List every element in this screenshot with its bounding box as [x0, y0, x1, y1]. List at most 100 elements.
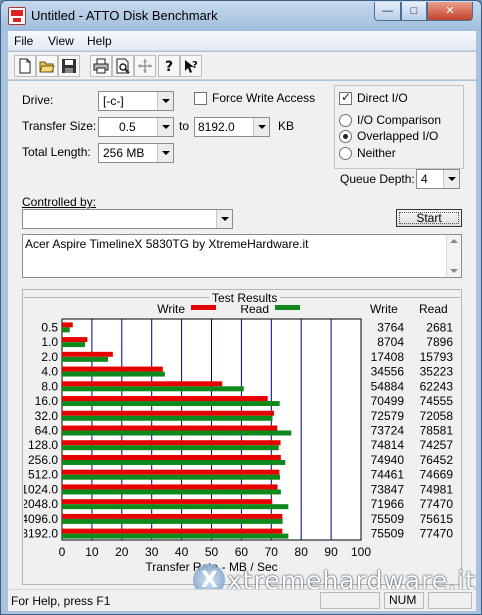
minimize-button[interactable]: — [374, 2, 401, 21]
queue-depth-select[interactable]: 4 [416, 169, 460, 189]
category-label: 1.0 [41, 335, 58, 349]
drive-value: [-c-] [103, 94, 124, 108]
transfer-size-from-select[interactable]: 0.5 [98, 117, 174, 137]
read-bar [62, 518, 283, 524]
category-label: 256.0 [28, 453, 58, 467]
results-chart: 0102030405060708090100Transfer Rate - MB… [24, 302, 454, 574]
chevron-down-icon[interactable] [216, 210, 232, 228]
read-bar [62, 474, 280, 480]
close-button[interactable]: ✕ [427, 2, 473, 21]
write-bar [62, 366, 163, 372]
force-write-label: Force Write Access [212, 91, 316, 105]
overlapped-io-radio[interactable] [339, 130, 352, 143]
svg-text:?: ? [165, 59, 173, 74]
x-tick-label: 50 [205, 545, 219, 559]
read-bar [62, 430, 292, 436]
read-bar [62, 342, 86, 348]
new-icon[interactable] [14, 55, 36, 77]
start-button[interactable]: Start [396, 209, 462, 227]
x-tick-label: 30 [145, 545, 159, 559]
description-text: Acer Aspire TimelineX 5830TG by XtremeHa… [25, 237, 309, 251]
category-label: 16.0 [35, 394, 59, 408]
toolbar: ? ? [8, 52, 476, 80]
test-results-inner: 0102030405060708090100Transfer Rate - MB… [24, 297, 460, 583]
read-value: 77470 [420, 497, 454, 511]
category-label: 4096.0 [24, 512, 58, 526]
read-bar [62, 386, 244, 392]
write-value: 73724 [371, 424, 405, 438]
legend-write-swatch [191, 305, 216, 310]
controlled-by-select[interactable] [22, 209, 233, 229]
scroll-up-icon[interactable] [450, 239, 458, 243]
total-length-select[interactable]: 256 MB [98, 143, 174, 163]
read-value: 74257 [420, 438, 454, 452]
chevron-down-icon[interactable] [443, 170, 459, 188]
overlapped-io-label: Overlapped I/O [357, 129, 439, 143]
to-label: to [179, 119, 190, 133]
write-bar [62, 528, 283, 534]
write-value: 73847 [371, 482, 405, 496]
print-preview-icon[interactable] [112, 55, 134, 77]
category-label: 128.0 [28, 438, 58, 452]
read-bar [62, 445, 279, 451]
scroll-down-icon[interactable] [450, 269, 458, 273]
transfer-size-from-value: 0.5 [119, 120, 136, 134]
chevron-down-icon[interactable] [157, 92, 173, 110]
read-bar [62, 489, 281, 495]
write-value: 75509 [371, 512, 405, 526]
read-bar [62, 356, 109, 362]
write-bar [62, 396, 268, 402]
x-tick-label: 100 [351, 545, 371, 559]
write-bar [62, 484, 278, 490]
open-icon[interactable] [36, 55, 58, 77]
menu-view[interactable]: View [48, 34, 74, 48]
neither-radio[interactable] [339, 147, 352, 160]
write-bar [62, 410, 274, 416]
status-bar: For Help, press F1 NUM [8, 589, 476, 611]
x-tick-label: 10 [85, 545, 99, 559]
menu-help[interactable]: Help [87, 34, 112, 48]
print-icon[interactable] [90, 55, 112, 77]
chevron-down-icon[interactable] [157, 144, 173, 162]
drive-select[interactable]: [-c-] [98, 91, 174, 111]
write-value: 34556 [371, 365, 405, 379]
atto-app-icon[interactable] [8, 7, 26, 25]
title-bar[interactable]: Untitled - ATTO Disk Benchmark — □ ✕ [1, 1, 481, 31]
total-length-label: Total Length: [22, 145, 91, 159]
category-label: 8.0 [41, 379, 58, 393]
chevron-down-icon[interactable] [253, 118, 269, 136]
context-help-icon[interactable]: ? [180, 55, 202, 77]
read-column-header: Read [419, 302, 448, 316]
menu-file[interactable]: File [14, 34, 33, 48]
write-bar [62, 322, 73, 328]
write-value: 54884 [371, 379, 405, 393]
io-comparison-radio[interactable] [339, 114, 352, 127]
write-bar [62, 469, 280, 475]
description-scrollbar[interactable] [446, 235, 461, 277]
force-write-checkbox[interactable] [194, 92, 207, 105]
read-value: 75615 [420, 512, 454, 526]
direct-io-checkbox[interactable] [339, 90, 352, 105]
write-value: 74814 [371, 438, 405, 452]
chevron-down-icon[interactable] [157, 118, 173, 136]
description-textarea[interactable]: Acer Aspire TimelineX 5830TG by XtremeHa… [22, 234, 462, 278]
transfer-size-to-select[interactable]: 8192.0 [194, 117, 270, 137]
help-icon[interactable]: ? [158, 55, 180, 77]
drive-label: Drive: [22, 93, 54, 107]
write-bar [62, 454, 281, 460]
move-icon[interactable] [134, 55, 156, 77]
status-pane-1 [320, 592, 380, 609]
write-value: 8704 [377, 335, 404, 349]
read-value: 77470 [420, 527, 454, 541]
maximize-button[interactable]: □ [401, 2, 427, 21]
read-bar [62, 504, 289, 510]
write-value: 17408 [371, 350, 405, 364]
write-bar [62, 337, 88, 343]
transfer-size-label: Transfer Size: [22, 119, 97, 133]
read-value: 74669 [420, 468, 454, 482]
read-value: 35223 [420, 365, 454, 379]
neither-label: Neither [357, 146, 396, 160]
read-value: 74555 [420, 394, 454, 408]
save-icon[interactable] [58, 55, 80, 77]
write-value: 70499 [371, 394, 405, 408]
